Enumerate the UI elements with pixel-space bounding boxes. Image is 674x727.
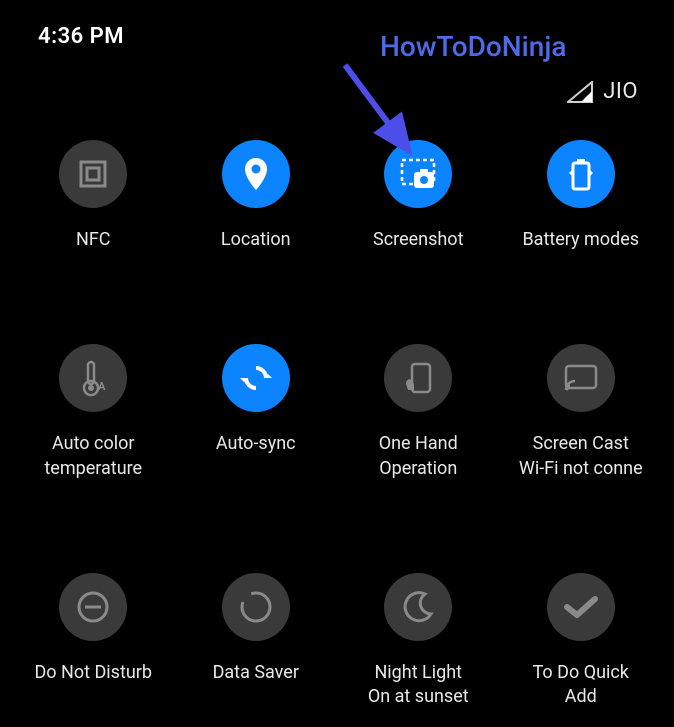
tile-label: Battery modes xyxy=(518,228,643,252)
tile-location[interactable]: Location xyxy=(175,140,338,252)
data-saver-icon xyxy=(222,573,290,641)
tile-label: Location xyxy=(217,228,295,252)
tile-auto-color-temperature[interactable]: A Auto color temperature xyxy=(12,344,175,481)
one-hand-icon xyxy=(384,344,452,412)
tile-todo-quick-add[interactable]: To Do Quick Add xyxy=(500,573,663,710)
tile-label: Screen Cast Wi-Fi not conne xyxy=(515,432,647,481)
tile-data-saver[interactable]: Data Saver xyxy=(175,573,338,710)
checkmark-icon xyxy=(547,573,615,641)
tile-auto-sync[interactable]: Auto-sync xyxy=(175,344,338,481)
tile-label: One Hand Operation xyxy=(375,432,462,481)
tile-one-hand-operation[interactable]: One Hand Operation xyxy=(337,344,500,481)
tile-screen-cast[interactable]: Screen Cast Wi-Fi not conne xyxy=(500,344,663,481)
signal-icon xyxy=(567,81,593,103)
tile-label: Data Saver xyxy=(209,661,303,685)
sync-icon xyxy=(222,344,290,412)
tile-label: Auto color temperature xyxy=(40,432,146,481)
quick-settings-grid: NFC Location Screenshot xyxy=(0,104,674,709)
tile-label: Auto-sync xyxy=(212,432,300,456)
screenshot-icon xyxy=(384,140,452,208)
tile-do-not-disturb[interactable]: Do Not Disturb xyxy=(12,573,175,710)
battery-icon xyxy=(547,140,615,208)
tile-nfc[interactable]: NFC xyxy=(12,140,175,252)
tile-night-light[interactable]: Night Light On at sunset xyxy=(337,573,500,710)
location-icon xyxy=(222,140,290,208)
network-label: JIO xyxy=(603,79,638,104)
nfc-icon xyxy=(59,140,127,208)
tile-label: Night Light On at sunset xyxy=(364,661,473,710)
svg-text:A: A xyxy=(98,380,106,393)
tile-label: NFC xyxy=(72,228,115,252)
network-indicator: JIO xyxy=(0,49,674,104)
tile-battery-modes[interactable]: Battery modes xyxy=(500,140,663,252)
cast-icon xyxy=(547,344,615,412)
thermometer-icon: A xyxy=(59,344,127,412)
moon-icon xyxy=(384,573,452,641)
tile-screenshot[interactable]: Screenshot xyxy=(337,140,500,252)
status-bar: 4:36 PM xyxy=(0,0,674,49)
tile-label: Do Not Disturb xyxy=(30,661,156,685)
tile-label: Screenshot xyxy=(369,228,467,252)
status-time: 4:36 PM xyxy=(38,24,124,49)
overlay-watermark: HowToDoNinja xyxy=(380,30,566,63)
dnd-icon xyxy=(59,573,127,641)
tile-label: To Do Quick Add xyxy=(529,661,633,710)
